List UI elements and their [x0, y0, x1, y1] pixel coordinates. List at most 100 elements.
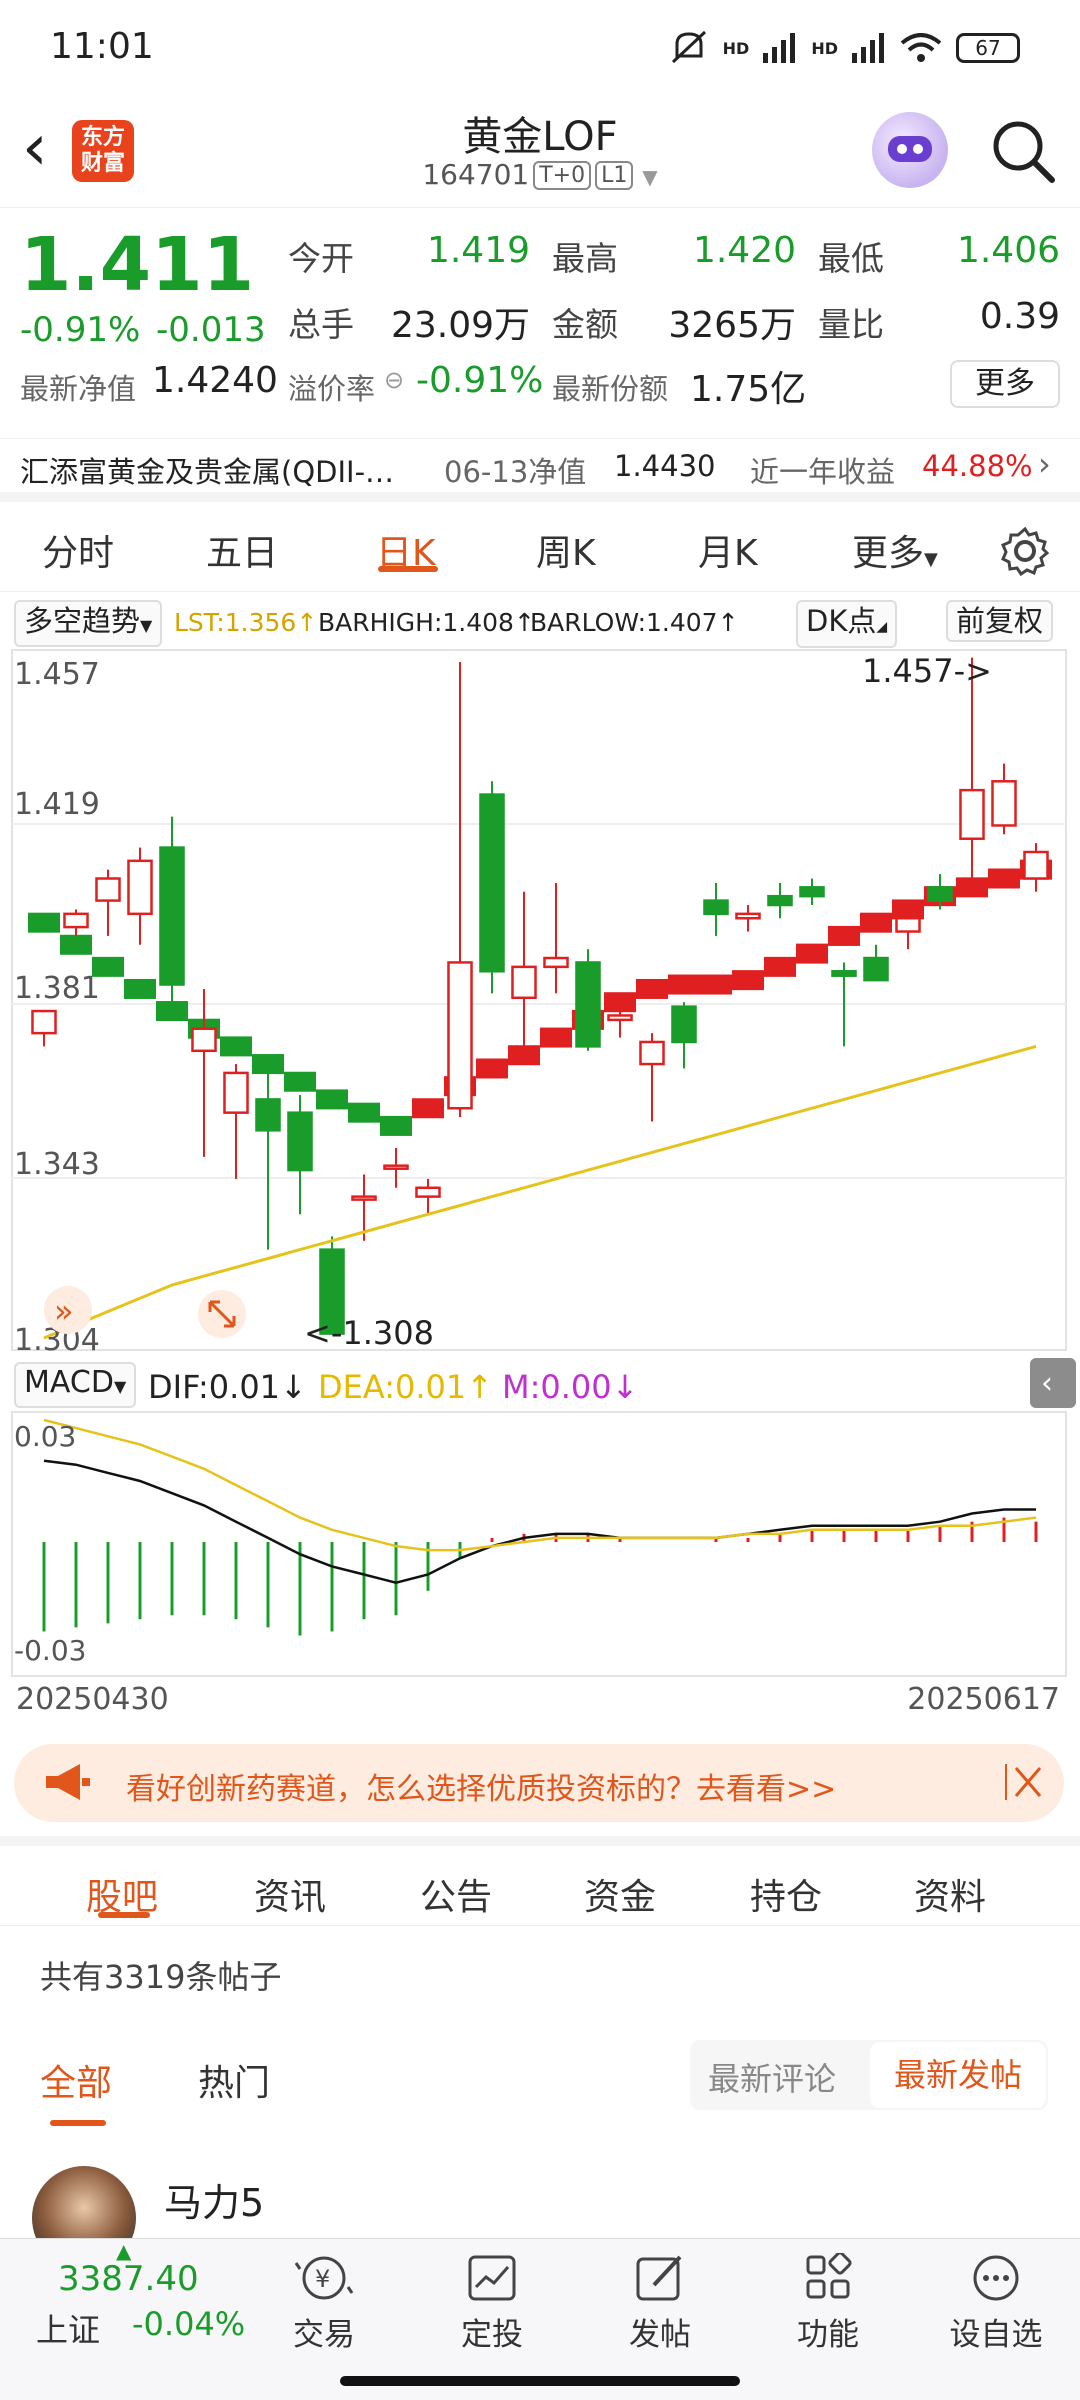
macd-row: MACD▼ DIF:0.01↓ DEA:0.01↑ M:0.00↓: [0, 1360, 1080, 1410]
close-icon[interactable]: [1002, 1760, 1046, 1804]
current-price: 1.411: [20, 222, 255, 308]
candle-body: [1023, 850, 1049, 880]
dk-button[interactable]: DK点◢: [796, 600, 898, 648]
trend-bar: [412, 1098, 444, 1119]
trend-bar: [796, 943, 828, 964]
macd-dea: DEA:0.01↑: [318, 1368, 494, 1406]
tab-capital[interactable]: 资金: [584, 1868, 656, 1920]
candle-body: [895, 917, 921, 933]
index-change: -0.04%: [132, 2305, 246, 2343]
tab-more[interactable]: 更多▼: [852, 524, 938, 576]
settings-gear-icon[interactable]: [1000, 526, 1050, 576]
candle-body: [831, 970, 857, 977]
trade-icon: ¥: [294, 2256, 354, 2300]
sort-latest-post[interactable]: 最新发帖: [870, 2042, 1046, 2108]
nav-set-watchlist[interactable]: 设自选: [936, 2253, 1056, 2354]
macd-dea-line: [43, 1418, 1037, 1552]
chevron-down-icon: ▼: [642, 165, 658, 189]
trend-bar: [316, 1089, 348, 1110]
tab-five-day[interactable]: 五日: [206, 524, 278, 576]
open-label: 今开: [288, 239, 354, 278]
ad-banner[interactable]: 看好创新药赛道，怎么选择优质投资标的？去看看>>: [14, 1744, 1064, 1822]
candle-body: [351, 1195, 377, 1201]
high-value: 1.420: [692, 230, 796, 271]
candle-body: [223, 1071, 249, 1114]
chart-frame: [11, 649, 1067, 1351]
candle-body: [383, 1164, 409, 1170]
chevron-right-icon: ›: [1038, 445, 1051, 483]
macd-select[interactable]: MACD▼: [14, 1362, 137, 1408]
candle-body: [63, 912, 89, 929]
strategy-select[interactable]: 多空趋势▼: [14, 600, 163, 647]
y-tick-1457: 1.457: [14, 657, 100, 692]
amount-label: 金额: [552, 305, 618, 344]
y-axis-labels: 1.457 1.419 1.381 1.343 1.304: [14, 657, 100, 1358]
trend-bar: [700, 974, 732, 995]
nav-post[interactable]: 发帖: [600, 2253, 720, 2354]
vol-ratio-value: 0.39: [979, 296, 1060, 337]
shares-value: 1.75亿: [690, 369, 807, 410]
trend-bar: [380, 1115, 412, 1136]
fund-code-text: 164701: [422, 158, 530, 191]
fund-name: 汇添富黄金及贵金属(QDII-…: [20, 455, 395, 489]
search-icon[interactable]: [988, 116, 1058, 186]
candle-body: [479, 793, 505, 973]
candle-body: [95, 877, 121, 902]
tab-profile[interactable]: 资料: [914, 1868, 986, 1920]
macd-histogram: [11, 1411, 1067, 1677]
trend-bar: [956, 877, 988, 898]
index-ticker[interactable]: ▲ 3387.40 上证 -0.04%: [0, 2239, 270, 2349]
chevron-down-icon: ▼: [113, 1377, 127, 1396]
post-item[interactable]: 马力5: [0, 2160, 1080, 2270]
post-author[interactable]: 马力5: [164, 2172, 264, 2227]
macd-dif: DIF:0.01↓: [148, 1368, 307, 1406]
expand-icon[interactable]: [198, 1290, 246, 1338]
sort-toggle: 最新评论 最新发帖: [690, 2040, 1048, 2110]
sort-latest-comment[interactable]: 最新评论: [708, 2054, 836, 2100]
candle-body: [255, 1098, 281, 1132]
tab-weekly-k[interactable]: 周K: [536, 524, 596, 576]
indicator-row: 多空趋势▼ LST:1.356↑ BARHIGH:1.408↑ BARLOW:1…: [0, 596, 1080, 648]
adjust-button[interactable]: 前复权: [946, 600, 1054, 642]
filter-all[interactable]: 全部: [40, 2054, 112, 2106]
megaphone-icon: [46, 1764, 90, 1800]
fund-info-row[interactable]: 汇添富黄金及贵金属(QDII-… 06-13净值 1.4430 近一年收益 44…: [0, 438, 1080, 502]
filter-hot[interactable]: 热门: [198, 2054, 270, 2106]
auto-invest-icon: [468, 2255, 516, 2301]
more-dots-icon: [973, 2255, 1019, 2301]
more-button[interactable]: 更多: [950, 360, 1060, 408]
candle-body: [639, 1040, 665, 1066]
volume-label: 总手: [288, 305, 354, 344]
kline-chart[interactable]: 1.457 1.419 1.381 1.343 1.304 1.457-> <-…: [0, 648, 1080, 1680]
tab-news[interactable]: 资讯: [254, 1868, 326, 1920]
volume-value: 23.09万: [390, 305, 530, 346]
chart-grid: [11, 649, 1067, 1351]
candle-body: [415, 1186, 441, 1198]
trend-bar: [284, 1071, 316, 1092]
year-return-label: 近一年收益: [750, 455, 896, 489]
nav-trade[interactable]: ¥ 交易: [264, 2253, 384, 2354]
candle-body: [607, 1014, 633, 1022]
tab-announcements[interactable]: 公告: [420, 1868, 492, 1920]
ad-text: 看好创新药赛道，怎么选择优质投资标的？去看看>>: [126, 1772, 837, 1807]
status-bar: 11:01 HD HD 67: [0, 0, 1080, 100]
chevron-down-icon: ▼: [924, 549, 938, 570]
nav-auto-invest[interactable]: 定投: [432, 2253, 552, 2354]
assistant-robot-icon[interactable]: [872, 112, 948, 188]
start-date: 20250430: [16, 1682, 169, 1717]
nav-functions[interactable]: 功能: [768, 2253, 888, 2354]
candle-body: [159, 846, 185, 986]
trend-bar: [764, 956, 796, 977]
trend-bar: [60, 934, 92, 955]
ma-line: [43, 1044, 1037, 1340]
tab-intraday[interactable]: 分时: [42, 524, 114, 576]
active-tab-underline: [378, 566, 438, 572]
tab-monthly-k[interactable]: 月K: [698, 524, 758, 576]
tab-holdings[interactable]: 持仓: [750, 1868, 822, 1920]
signal-icon: [763, 33, 796, 63]
high-annotation: 1.457->: [862, 652, 992, 690]
trend-bar: [476, 1058, 508, 1079]
collapse-left-icon[interactable]: »: [44, 1286, 92, 1334]
info-icon[interactable]: ⊖: [384, 366, 404, 394]
change-percent: -0.91%: [20, 310, 141, 350]
